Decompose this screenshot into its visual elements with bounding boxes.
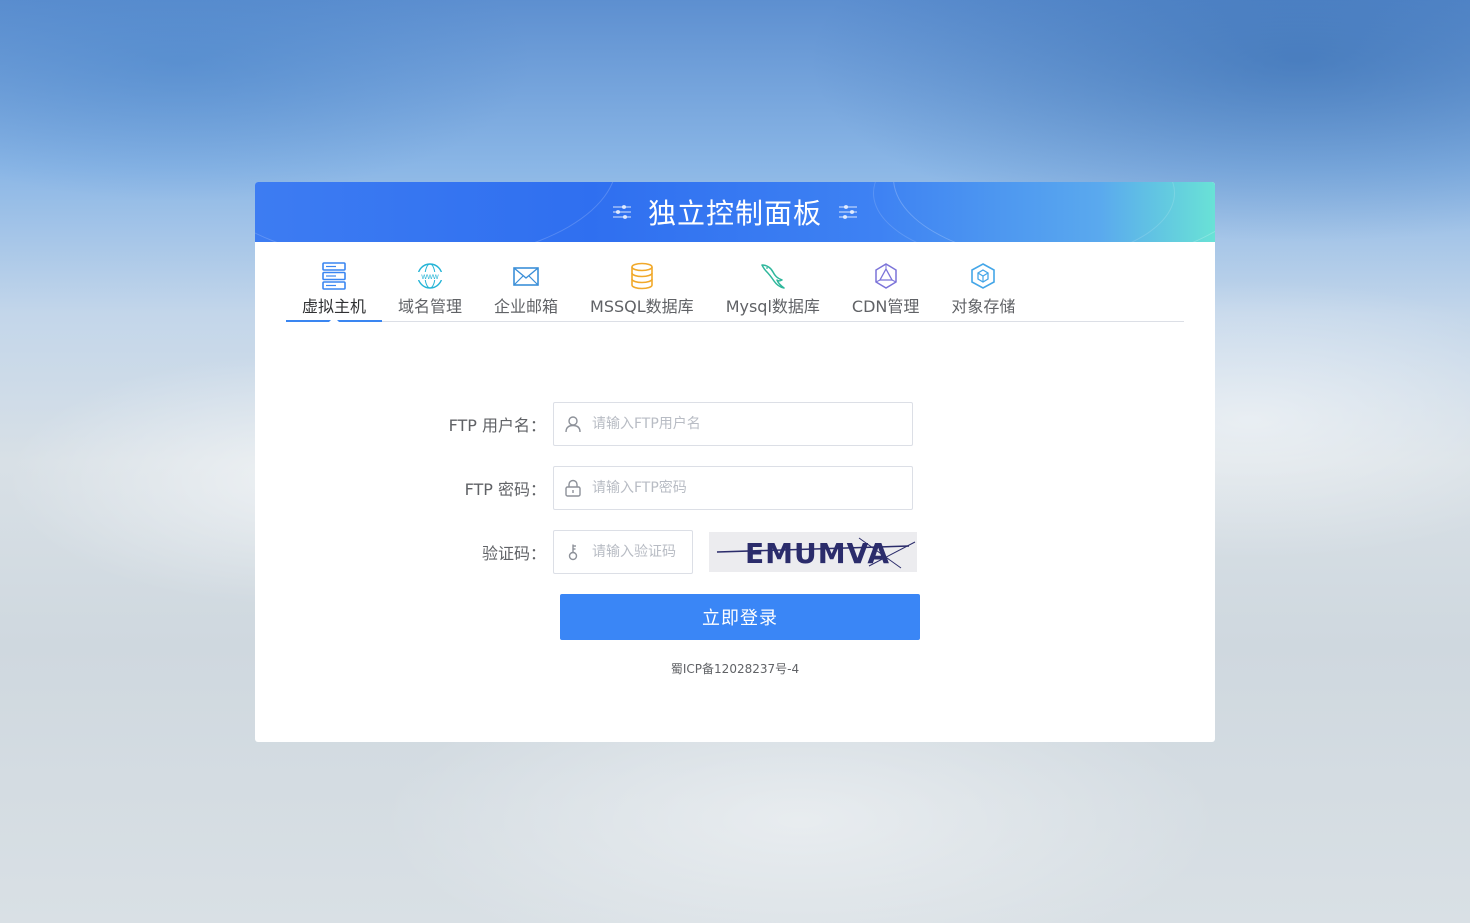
key-icon bbox=[568, 544, 578, 561]
captcha-field-box bbox=[553, 530, 693, 574]
username-label: FTP 用户名： bbox=[448, 416, 546, 435]
tab-domain[interactable]: www 域名管理 bbox=[382, 260, 478, 321]
tab-mssql[interactable]: MSSQL数据库 bbox=[574, 260, 710, 321]
lock-icon bbox=[565, 479, 581, 497]
captcha-text: EMUMVA bbox=[745, 537, 890, 570]
panel-header: 独立控制面板 bbox=[255, 182, 1215, 242]
username-field-box bbox=[553, 402, 913, 446]
tab-cdn[interactable]: CDN管理 bbox=[836, 260, 935, 321]
username-row: FTP 用户名： bbox=[415, 402, 913, 446]
password-input[interactable] bbox=[554, 467, 912, 509]
tab-mysql[interactable]: Mysql数据库 bbox=[710, 260, 836, 321]
tab-label: MSSQL数据库 bbox=[590, 297, 694, 316]
mail-icon bbox=[513, 267, 539, 286]
tab-label: Mysql数据库 bbox=[725, 297, 820, 316]
password-row: FTP 密码： bbox=[415, 466, 913, 510]
sliders-icon bbox=[839, 205, 857, 219]
tab-object-storage[interactable]: 对象存储 bbox=[935, 260, 1031, 321]
server-icon bbox=[322, 262, 346, 290]
password-label: FTP 密码： bbox=[464, 480, 546, 499]
page-title: 独立控制面板 bbox=[647, 197, 822, 230]
cdn-network-icon bbox=[874, 263, 897, 289]
dolphin-icon bbox=[761, 264, 785, 289]
tab-label: 虚拟主机 bbox=[302, 297, 367, 316]
sliders-icon bbox=[612, 205, 631, 219]
database-icon bbox=[631, 262, 653, 290]
tab-label: 企业邮箱 bbox=[494, 297, 559, 316]
tab-virtual-host[interactable]: 虚拟主机 bbox=[286, 260, 383, 322]
tab-label: 域名管理 bbox=[398, 297, 463, 316]
login-button[interactable]: 立即登录 bbox=[560, 594, 920, 640]
cube-icon bbox=[971, 263, 996, 289]
user-icon bbox=[565, 416, 581, 433]
www-icon: www bbox=[417, 263, 444, 289]
password-field-box bbox=[553, 466, 913, 510]
username-input[interactable] bbox=[554, 403, 912, 445]
captcha-label: 验证码： bbox=[481, 544, 546, 563]
tab-label: 对象存储 bbox=[951, 297, 1016, 316]
login-panel: 独立控制面板 虚拟主机 www 域名管理 企业邮箱 MSSQL数据库 Mysql… bbox=[255, 182, 1215, 742]
captcha-image[interactable]: EMUMVA bbox=[709, 532, 917, 572]
tab-mail[interactable]: 企业邮箱 bbox=[478, 260, 574, 321]
tab-label: CDN管理 bbox=[851, 297, 920, 316]
service-tabs: 虚拟主机 www 域名管理 企业邮箱 MSSQL数据库 Mysql数据库 CDN… bbox=[286, 260, 1184, 322]
icp-record[interactable]: 蜀ICP备12028237号-4 bbox=[255, 660, 1215, 677]
svg-text:www: www bbox=[420, 272, 439, 281]
captcha-row: 验证码： EMUMVA bbox=[415, 530, 917, 574]
